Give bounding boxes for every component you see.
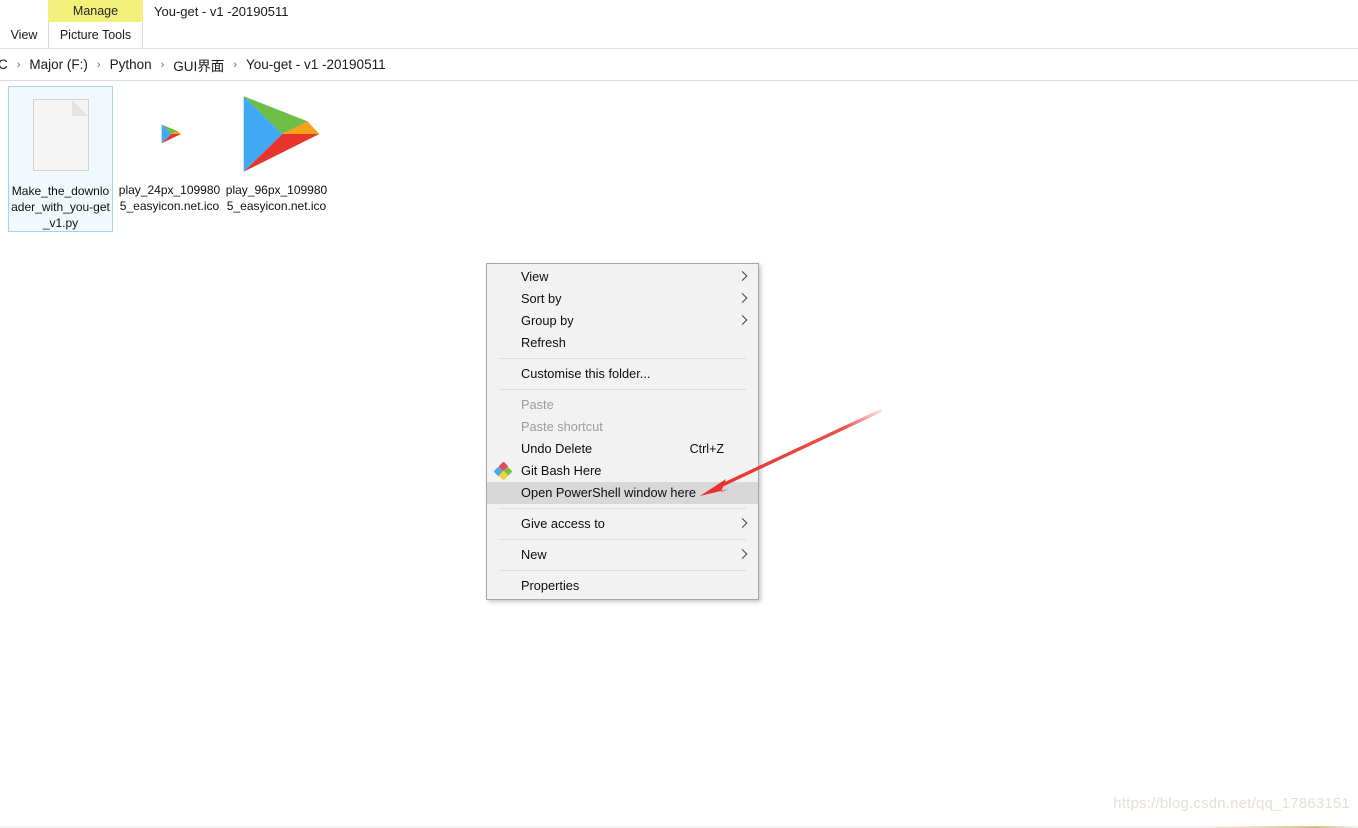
file-icon-container bbox=[224, 86, 329, 182]
menu-item-label: New bbox=[521, 547, 547, 562]
file-icon-container bbox=[9, 87, 112, 183]
file-name-label: play_96px_1099805_easyicon.net.ico bbox=[225, 183, 328, 213]
explorer-window: Manage View Picture Tools You-get - v1 -… bbox=[0, 0, 1358, 828]
chevron-right-icon bbox=[739, 519, 746, 530]
menu-item-label: Paste bbox=[521, 397, 554, 412]
tab-picture-tools-label: Picture Tools bbox=[59, 28, 132, 42]
tab-view-label: View bbox=[10, 28, 38, 42]
breadcrumb-item-2[interactable]: Python bbox=[108, 57, 154, 72]
file-item-play-96px[interactable]: play_96px_1099805_easyicon.net.ico bbox=[224, 86, 329, 214]
menu-item-properties[interactable]: Properties bbox=[487, 575, 758, 597]
ribbon-bar: Manage View Picture Tools You-get - v1 -… bbox=[0, 0, 1358, 48]
watermark-text: https://blog.csdn.net/qq_17863151 bbox=[1113, 795, 1350, 812]
chevron-right-icon bbox=[739, 272, 746, 283]
menu-item-label: Properties bbox=[521, 578, 580, 593]
breadcrumb-separator: › bbox=[16, 58, 21, 71]
menu-item-label: Customise this folder... bbox=[521, 366, 651, 381]
menu-separator bbox=[499, 570, 746, 571]
python-document-icon bbox=[32, 99, 89, 171]
menu-item-group-by[interactable]: Group by bbox=[487, 310, 758, 332]
file-item-play-24px[interactable]: play_24px_1099805_easyicon.net.ico bbox=[117, 86, 222, 214]
menu-item-label: View bbox=[521, 269, 549, 284]
chevron-right-icon bbox=[739, 316, 746, 327]
breadcrumb-separator: › bbox=[96, 58, 101, 71]
menu-separator bbox=[499, 508, 746, 509]
menu-item-label: Give access to bbox=[521, 516, 605, 531]
menu-item-view[interactable]: View bbox=[487, 266, 758, 288]
menu-item-label: Paste shortcut bbox=[521, 419, 603, 434]
menu-separator bbox=[499, 358, 746, 359]
git-bash-icon bbox=[493, 461, 513, 481]
menu-item-sort-by[interactable]: Sort by bbox=[487, 288, 758, 310]
file-icon-container bbox=[117, 86, 222, 182]
menu-item-undo-delete[interactable]: Undo Delete Ctrl+Z bbox=[487, 438, 758, 460]
menu-item-paste: Paste bbox=[487, 394, 758, 416]
menu-item-customise-this-folder[interactable]: Customise this folder... bbox=[487, 363, 758, 385]
window-title: You-get - v1 -20190511 bbox=[154, 4, 289, 19]
menu-separator bbox=[499, 389, 746, 390]
menu-item-label: Refresh bbox=[521, 335, 566, 350]
breadcrumb-item-3[interactable]: GUI界面 bbox=[171, 55, 226, 75]
ribbon-tab-row: View Picture Tools bbox=[0, 22, 1358, 48]
menu-item-shortcut: Ctrl+Z bbox=[689, 442, 724, 456]
contextual-tab-manage[interactable]: Manage bbox=[48, 0, 143, 22]
breadcrumb-item-1[interactable]: Major (F:) bbox=[27, 57, 90, 72]
menu-item-refresh[interactable]: Refresh bbox=[487, 332, 758, 354]
tab-view[interactable]: View bbox=[0, 22, 48, 48]
menu-item-label: Git Bash Here bbox=[521, 463, 602, 478]
menu-item-paste-shortcut: Paste shortcut bbox=[487, 416, 758, 438]
file-item-python-script[interactable]: Make_the_downloader_with_you-get_v1.py bbox=[8, 86, 113, 232]
chevron-right-icon bbox=[739, 550, 746, 561]
google-play-icon-small bbox=[156, 121, 183, 147]
context-menu[interactable]: View Sort by Group by Refresh Customise … bbox=[486, 263, 759, 600]
menu-separator bbox=[499, 539, 746, 540]
file-name-label: Make_the_downloader_with_you-get_v1.py bbox=[11, 184, 110, 230]
breadcrumb-separator: › bbox=[160, 58, 165, 71]
file-name-label: play_24px_1099805_easyicon.net.ico bbox=[118, 183, 221, 213]
menu-item-git-bash-here[interactable]: Git Bash Here bbox=[487, 460, 758, 482]
google-play-icon-large bbox=[231, 89, 322, 179]
contextual-tab-label: Manage bbox=[72, 4, 119, 18]
breadcrumb-item-0[interactable]: C bbox=[0, 57, 10, 72]
menu-item-label: Sort by bbox=[521, 291, 562, 306]
menu-item-open-powershell-window-here[interactable]: Open PowerShell window here bbox=[487, 482, 758, 504]
menu-item-new[interactable]: New bbox=[487, 544, 758, 566]
breadcrumb[interactable]: C › Major (F:) › Python › GUI界面 › You-ge… bbox=[0, 49, 1358, 80]
breadcrumb-separator: › bbox=[233, 58, 237, 71]
tab-picture-tools[interactable]: Picture Tools bbox=[48, 22, 143, 48]
chevron-right-icon bbox=[739, 294, 746, 305]
menu-item-label: Open PowerShell window here bbox=[521, 485, 696, 500]
menu-item-label: Group by bbox=[521, 313, 574, 328]
menu-item-label: Undo Delete bbox=[521, 441, 593, 456]
breadcrumb-item-4[interactable]: You-get - v1 -20190511 bbox=[244, 57, 388, 72]
menu-item-give-access-to[interactable]: Give access to bbox=[487, 513, 758, 535]
